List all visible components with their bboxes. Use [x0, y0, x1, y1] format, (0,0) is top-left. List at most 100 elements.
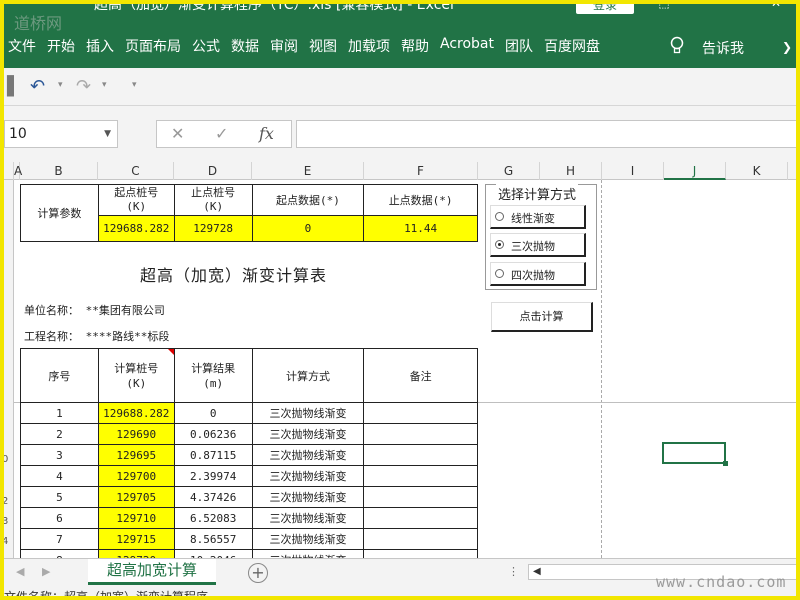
row-index[interactable]: 8: [20, 549, 99, 558]
undo-icon[interactable]: ↶: [30, 76, 45, 97]
worksheet-grid[interactable]: 计算参数 起点桩号 (K) 止点桩号 (K) 起点数据(*) 止点数据(*) 1…: [14, 180, 800, 558]
enter-icon[interactable]: ✓: [215, 124, 228, 143]
row-station[interactable]: 129690: [97, 423, 175, 445]
option-quartic[interactable]: 四次抛物: [490, 262, 586, 286]
tab-baidu-netdisk[interactable]: 百度网盘: [544, 36, 600, 56]
row-header-label[interactable]: 2: [2, 496, 8, 507]
row-method[interactable]: 三次抛物线渐变: [251, 402, 365, 424]
row-method[interactable]: 三次抛物线渐变: [251, 549, 365, 558]
row-header-label[interactable]: 3: [2, 516, 8, 527]
column-header-c[interactable]: C: [98, 162, 174, 180]
column-header-e[interactable]: E: [252, 162, 364, 180]
redo-dropdown-icon[interactable]: ▾: [102, 80, 107, 90]
select-all-corner[interactable]: [0, 162, 14, 180]
row-result[interactable]: 6.52083: [173, 507, 253, 529]
row-method[interactable]: 三次抛物线渐变: [251, 423, 365, 445]
radio-icon[interactable]: [495, 212, 504, 221]
row-station[interactable]: 129705: [97, 486, 175, 508]
tab-formulas[interactable]: 公式: [192, 36, 220, 56]
row-index[interactable]: 7: [20, 528, 99, 550]
column-header-i[interactable]: I: [602, 162, 664, 180]
radio-icon[interactable]: [495, 269, 504, 278]
sheet-tab-active[interactable]: 超高加宽计算: [88, 559, 216, 585]
next-sheet-icon[interactable]: ▶: [42, 565, 50, 578]
active-cell[interactable]: [662, 442, 728, 466]
row-method[interactable]: 三次抛物线渐变: [251, 486, 365, 508]
name-box-dropdown-icon[interactable]: ▼: [104, 129, 111, 139]
row-result[interactable]: 10.2046: [173, 549, 253, 558]
row-method[interactable]: 三次抛物线渐变: [251, 444, 365, 466]
radio-selected-icon[interactable]: [495, 240, 504, 249]
tab-view[interactable]: 视图: [309, 36, 337, 56]
ribbon-display-icon[interactable]: ⬚: [656, 0, 672, 12]
close-icon[interactable]: ✕: [768, 0, 784, 12]
row-note[interactable]: [363, 507, 478, 529]
tab-home[interactable]: 开始: [47, 36, 75, 56]
param-end-station[interactable]: 129728: [173, 215, 253, 242]
row-index[interactable]: 6: [20, 507, 99, 529]
redo-icon[interactable]: ↷: [76, 76, 91, 97]
undo-dropdown-icon[interactable]: ▾: [58, 80, 63, 90]
tab-file[interactable]: 文件: [8, 36, 36, 56]
column-header-b[interactable]: B: [20, 162, 98, 180]
tab-help[interactable]: 帮助: [401, 36, 429, 56]
column-header-k[interactable]: K: [726, 162, 788, 180]
tab-review[interactable]: 审阅: [270, 36, 298, 56]
tab-team[interactable]: 团队: [505, 36, 533, 56]
row-station[interactable]: 129715: [97, 528, 175, 550]
row-note[interactable]: [363, 423, 478, 445]
login-button[interactable]: 登录: [576, 0, 634, 14]
tab-page-layout[interactable]: 页面布局: [125, 36, 181, 56]
add-sheet-icon[interactable]: +: [248, 563, 268, 583]
prev-sheet-icon[interactable]: ◀: [16, 565, 24, 578]
row-index[interactable]: 2: [20, 423, 99, 445]
insert-function-icon[interactable]: fx: [259, 124, 274, 143]
column-header-d[interactable]: D: [174, 162, 252, 180]
row-method[interactable]: 三次抛物线渐变: [251, 507, 365, 529]
tab-acrobat[interactable]: Acrobat: [440, 36, 494, 56]
minimize-icon[interactable]: —: [712, 0, 728, 12]
column-header-j[interactable]: J: [664, 162, 726, 180]
cancel-icon[interactable]: ✕: [171, 124, 184, 143]
param-end-value[interactable]: 11.44: [363, 215, 478, 242]
lightbulb-icon[interactable]: [668, 36, 686, 56]
row-method[interactable]: 三次抛物线渐变: [251, 465, 365, 487]
row-result[interactable]: 0: [173, 402, 253, 424]
row-index[interactable]: 3: [20, 444, 99, 466]
column-header-f[interactable]: F: [364, 162, 478, 180]
row-result[interactable]: 2.39974: [173, 465, 253, 487]
row-header-label[interactable]: 4: [2, 536, 8, 547]
row-station[interactable]: 129700: [97, 465, 175, 487]
option-cubic[interactable]: 三次抛物: [490, 233, 586, 257]
row-index[interactable]: 5: [20, 486, 99, 508]
formula-input[interactable]: [296, 120, 800, 148]
ribbon-scroll-right-icon[interactable]: ❯: [782, 40, 792, 54]
tell-me-search[interactable]: 告诉我: [702, 38, 744, 58]
row-note[interactable]: [363, 402, 478, 424]
option-linear[interactable]: 线性渐变: [490, 205, 586, 229]
row-note[interactable]: [363, 528, 478, 550]
row-station[interactable]: 129720: [97, 549, 175, 558]
param-start-value[interactable]: 0: [251, 215, 365, 242]
tab-insert[interactable]: 插入: [86, 36, 114, 56]
row-result[interactable]: 0.06236: [173, 423, 253, 445]
save-icon[interactable]: ▐: [0, 76, 14, 97]
column-header-h[interactable]: H: [540, 162, 602, 180]
comment-indicator-icon[interactable]: [168, 349, 174, 355]
column-header-g[interactable]: G: [478, 162, 540, 180]
row-station[interactable]: 129688.282: [97, 402, 175, 424]
name-box[interactable]: 10 ▼: [4, 120, 118, 148]
row-note[interactable]: [363, 486, 478, 508]
tab-split-icon[interactable]: ⋮: [508, 565, 519, 578]
row-index[interactable]: 1: [20, 402, 99, 424]
tab-data[interactable]: 数据: [231, 36, 259, 56]
row-station[interactable]: 129710: [97, 507, 175, 529]
param-start-station[interactable]: 129688.282: [97, 215, 175, 242]
row-method[interactable]: 三次抛物线渐变: [251, 528, 365, 550]
row-index[interactable]: 4: [20, 465, 99, 487]
tab-addins[interactable]: 加载项: [348, 36, 390, 56]
row-result[interactable]: 4.37426: [173, 486, 253, 508]
row-header-label[interactable]: 0: [2, 454, 8, 465]
row-result[interactable]: 0.87115: [173, 444, 253, 466]
row-station[interactable]: 129695: [97, 444, 175, 466]
